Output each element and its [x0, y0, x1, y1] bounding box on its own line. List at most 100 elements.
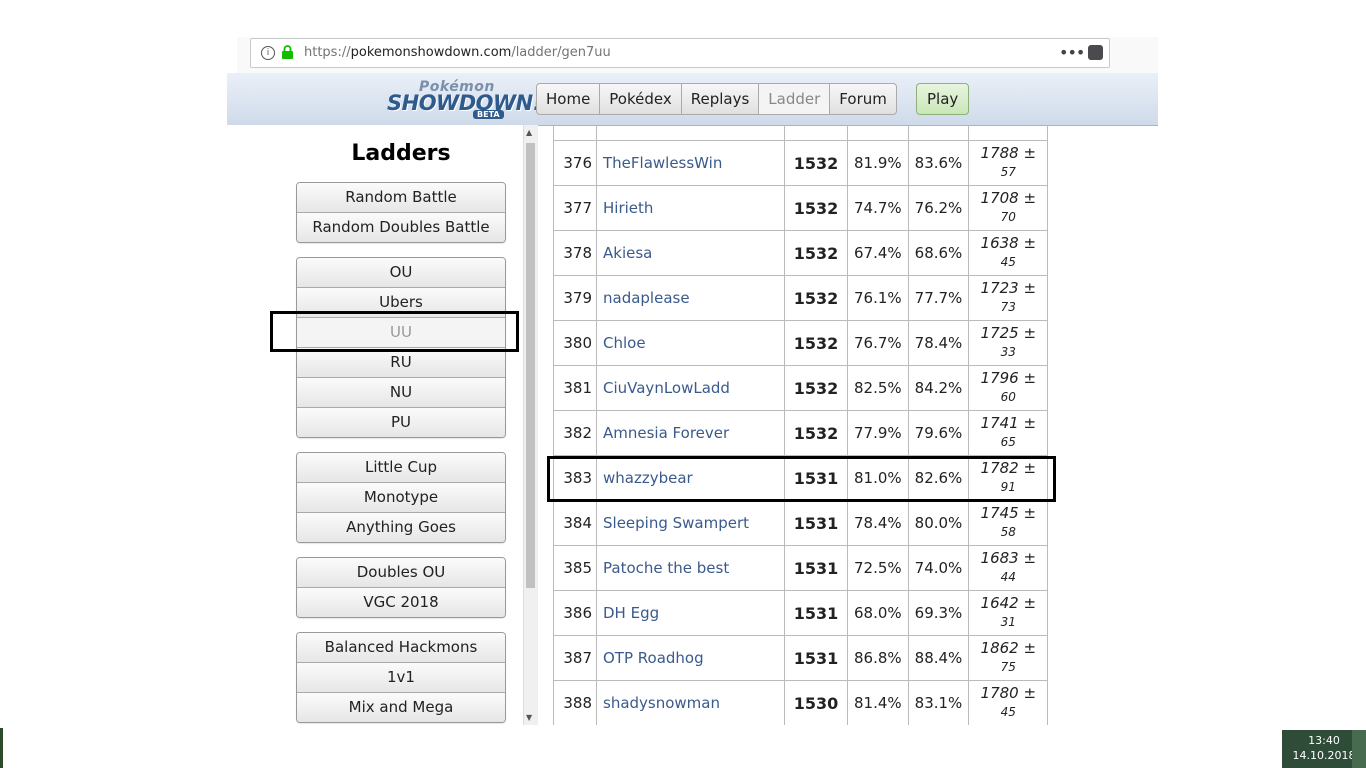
player-name-link[interactable]: nadaplease	[596, 275, 785, 321]
rating-deviation: 73	[1000, 300, 1016, 314]
nav-tab-ladder[interactable]: Ladder	[759, 83, 831, 115]
uu-highlight-box	[270, 311, 519, 352]
table-row: 386 DH Egg 1531 68.0% 69.3% 1642 ± 31	[553, 590, 1049, 636]
rank-cell: 385	[553, 545, 597, 591]
rank-cell: 382	[553, 410, 597, 456]
nav-tab-forum[interactable]: Forum	[830, 83, 897, 115]
sidebar-scrollbar[interactable]: ▲ ▼	[523, 125, 538, 725]
rating-cell: 1741 ± 65	[968, 410, 1049, 456]
rating-deviation: 58	[1000, 525, 1016, 539]
player-name-link[interactable]: Amnesia Forever	[596, 410, 785, 456]
elo-cell: 1531	[784, 635, 848, 681]
rating-cell: 1723 ± 73	[968, 275, 1049, 321]
table-row: 387 OTP Roadhog 1531 86.8% 88.4% 1862 ± 75	[553, 635, 1049, 681]
ladder-group: Doubles OU VGC 2018	[296, 557, 506, 618]
rating-value: 1638 ±	[980, 234, 1037, 252]
nav-tab-home[interactable]: Home	[536, 83, 601, 115]
table-row: 379 nadaplease 1532 76.1% 77.7% 1723 ± 73	[553, 275, 1049, 321]
nav-tab-replays[interactable]: Replays	[681, 83, 760, 115]
elo-cell: 1530	[784, 680, 848, 725]
taskbar-edge	[0, 728, 3, 768]
ladder-sidebar: Ladders Random Battle Random Doubles Batt…	[227, 125, 537, 725]
rating-cell: 1683 ± 44	[968, 545, 1049, 591]
url-bar[interactable]: i https://pokemonshowdown.com/ladder/gen…	[250, 38, 1110, 68]
table-row: 380 Chloe 1532 76.7% 78.4% 1725 ± 33	[553, 320, 1049, 366]
play-button[interactable]: Play	[916, 83, 970, 115]
showdown-logo[interactable]: Pokémon SHOWDOWN! BETA	[387, 77, 542, 121]
glicko-cell: 84.2%	[907, 365, 970, 411]
rating-value: 1741 ±	[980, 414, 1037, 432]
elo-cell: 1531	[784, 500, 848, 546]
elo-cell: 1532	[784, 140, 848, 186]
table-row: 381 CiuVaynLowLadd 1532 82.5% 84.2% 1796 ± 60	[553, 365, 1049, 411]
ladder-button-mix-and-mega[interactable]: Mix and Mega	[297, 692, 505, 722]
info-icon[interactable]: i	[261, 46, 275, 60]
browser-toolbar: i https://pokemonshowdown.com/ladder/gen…	[237, 37, 1158, 73]
gxe-cell: 76.7%	[847, 320, 909, 366]
rating-deviation: 75	[1000, 660, 1016, 674]
player-name-link[interactable]: DH Egg	[596, 590, 785, 636]
rating-value: 1723 ±	[980, 279, 1037, 297]
ladder-button-doubles-ou[interactable]: Doubles OU	[297, 558, 505, 587]
glicko-cell: 78.4%	[907, 320, 970, 366]
rating-cell: 1638 ± 45	[968, 230, 1049, 276]
nav-tab-pok-dex[interactable]: Pokédex	[600, 83, 682, 115]
ladder-table-container[interactable]: 40376TheFlawlessWin153281.9%83.6%1788 ±5…	[553, 125, 1053, 725]
page-actions-icon[interactable]: •••	[1059, 43, 1085, 62]
rank-cell: 376	[553, 140, 597, 186]
ladder-button-random-doubles-battle[interactable]: Random Doubles Battle	[297, 212, 505, 242]
ladder-button-monotype[interactable]: Monotype	[297, 482, 505, 512]
elo-cell: 1531	[784, 590, 848, 636]
player-name-link[interactable]: OTP Roadhog	[596, 635, 785, 681]
rating-deviation: 33	[1000, 345, 1016, 359]
player-name-link[interactable]	[596, 125, 785, 141]
ladder-button-ou[interactable]: OU	[297, 258, 505, 287]
pocket-icon[interactable]	[1088, 45, 1103, 60]
player-name-link[interactable]: Patoche the best	[596, 545, 785, 591]
rank-cell	[553, 125, 597, 141]
site-header: Pokémon SHOWDOWN! BETA Home Pokédex Replay…	[227, 73, 1158, 126]
player-name-link[interactable]: Sleeping Swampert	[596, 500, 785, 546]
rating-value: 1642 ±	[980, 594, 1037, 612]
show-desktop-button[interactable]	[1352, 730, 1366, 768]
scroll-thumb[interactable]	[526, 143, 535, 588]
glicko-cell: 68.6%	[907, 230, 970, 276]
ladder-button-vgc-2018[interactable]: VGC 2018	[297, 587, 505, 617]
ladder-group: Balanced Hackmons 1v1 Mix and Mega	[296, 632, 506, 723]
taskbar-clock[interactable]: 13:40 14.10.2018	[1282, 730, 1366, 768]
ladder-button-1v1[interactable]: 1v1	[297, 662, 505, 692]
url-text[interactable]: https://pokemonshowdown.com/ladder/gen7u…	[304, 45, 611, 60]
table-row: 378 Akiesa 1532 67.4% 68.6% 1638 ± 45	[553, 230, 1049, 276]
rating-cell: 1796 ± 60	[968, 365, 1049, 411]
elo-cell: 1532	[784, 410, 848, 456]
rating-cell: 1780 ± 45	[968, 680, 1049, 725]
glicko-cell	[907, 125, 970, 141]
glicko-cell: 76.2%	[907, 185, 970, 231]
table-row: 384 Sleeping Swampert 1531 78.4% 80.0% 1745 ±…	[553, 500, 1049, 546]
table-row: 382 Amnesia Forever 1532 77.9% 79.6% 1741 ± 65	[553, 410, 1049, 456]
player-name-link[interactable]: CiuVaynLowLadd	[596, 365, 785, 411]
main-nav: Home Pokédex Replays Ladder Forum	[536, 83, 897, 115]
ladder-button-balanced-hackmons[interactable]: Balanced Hackmons	[297, 633, 505, 662]
ladder-button-little-cup[interactable]: Little Cup	[297, 453, 505, 482]
player-name-link[interactable]: Akiesa	[596, 230, 785, 276]
player-name-link[interactable]: TheFlawlessWin	[596, 140, 785, 186]
ladders-heading: Ladders	[351, 141, 451, 166]
ladder-button-random-battle[interactable]: Random Battle	[297, 183, 505, 212]
elo-cell: 1532	[784, 185, 848, 231]
ladder-button-pu[interactable]: PU	[297, 407, 505, 437]
scroll-up-icon[interactable]: ▲	[526, 128, 532, 137]
scroll-down-icon[interactable]: ▼	[526, 713, 532, 722]
rating-value: 1725 ±	[980, 324, 1037, 342]
ladder-button-nu[interactable]: NU	[297, 377, 505, 407]
elo-cell: 1532	[784, 275, 848, 321]
player-name-link[interactable]: Chloe	[596, 320, 785, 366]
rank-cell: 379	[553, 275, 597, 321]
player-name-link[interactable]: shadysnowman	[596, 680, 785, 725]
glicko-cell: 77.7%	[907, 275, 970, 321]
rank-cell: 384	[553, 500, 597, 546]
player-name-link[interactable]: Hirieth	[596, 185, 785, 231]
glicko-cell: 88.4%	[907, 635, 970, 681]
ladder-button-anything-goes[interactable]: Anything Goes	[297, 512, 505, 542]
gxe-cell: 77.9%	[847, 410, 909, 456]
